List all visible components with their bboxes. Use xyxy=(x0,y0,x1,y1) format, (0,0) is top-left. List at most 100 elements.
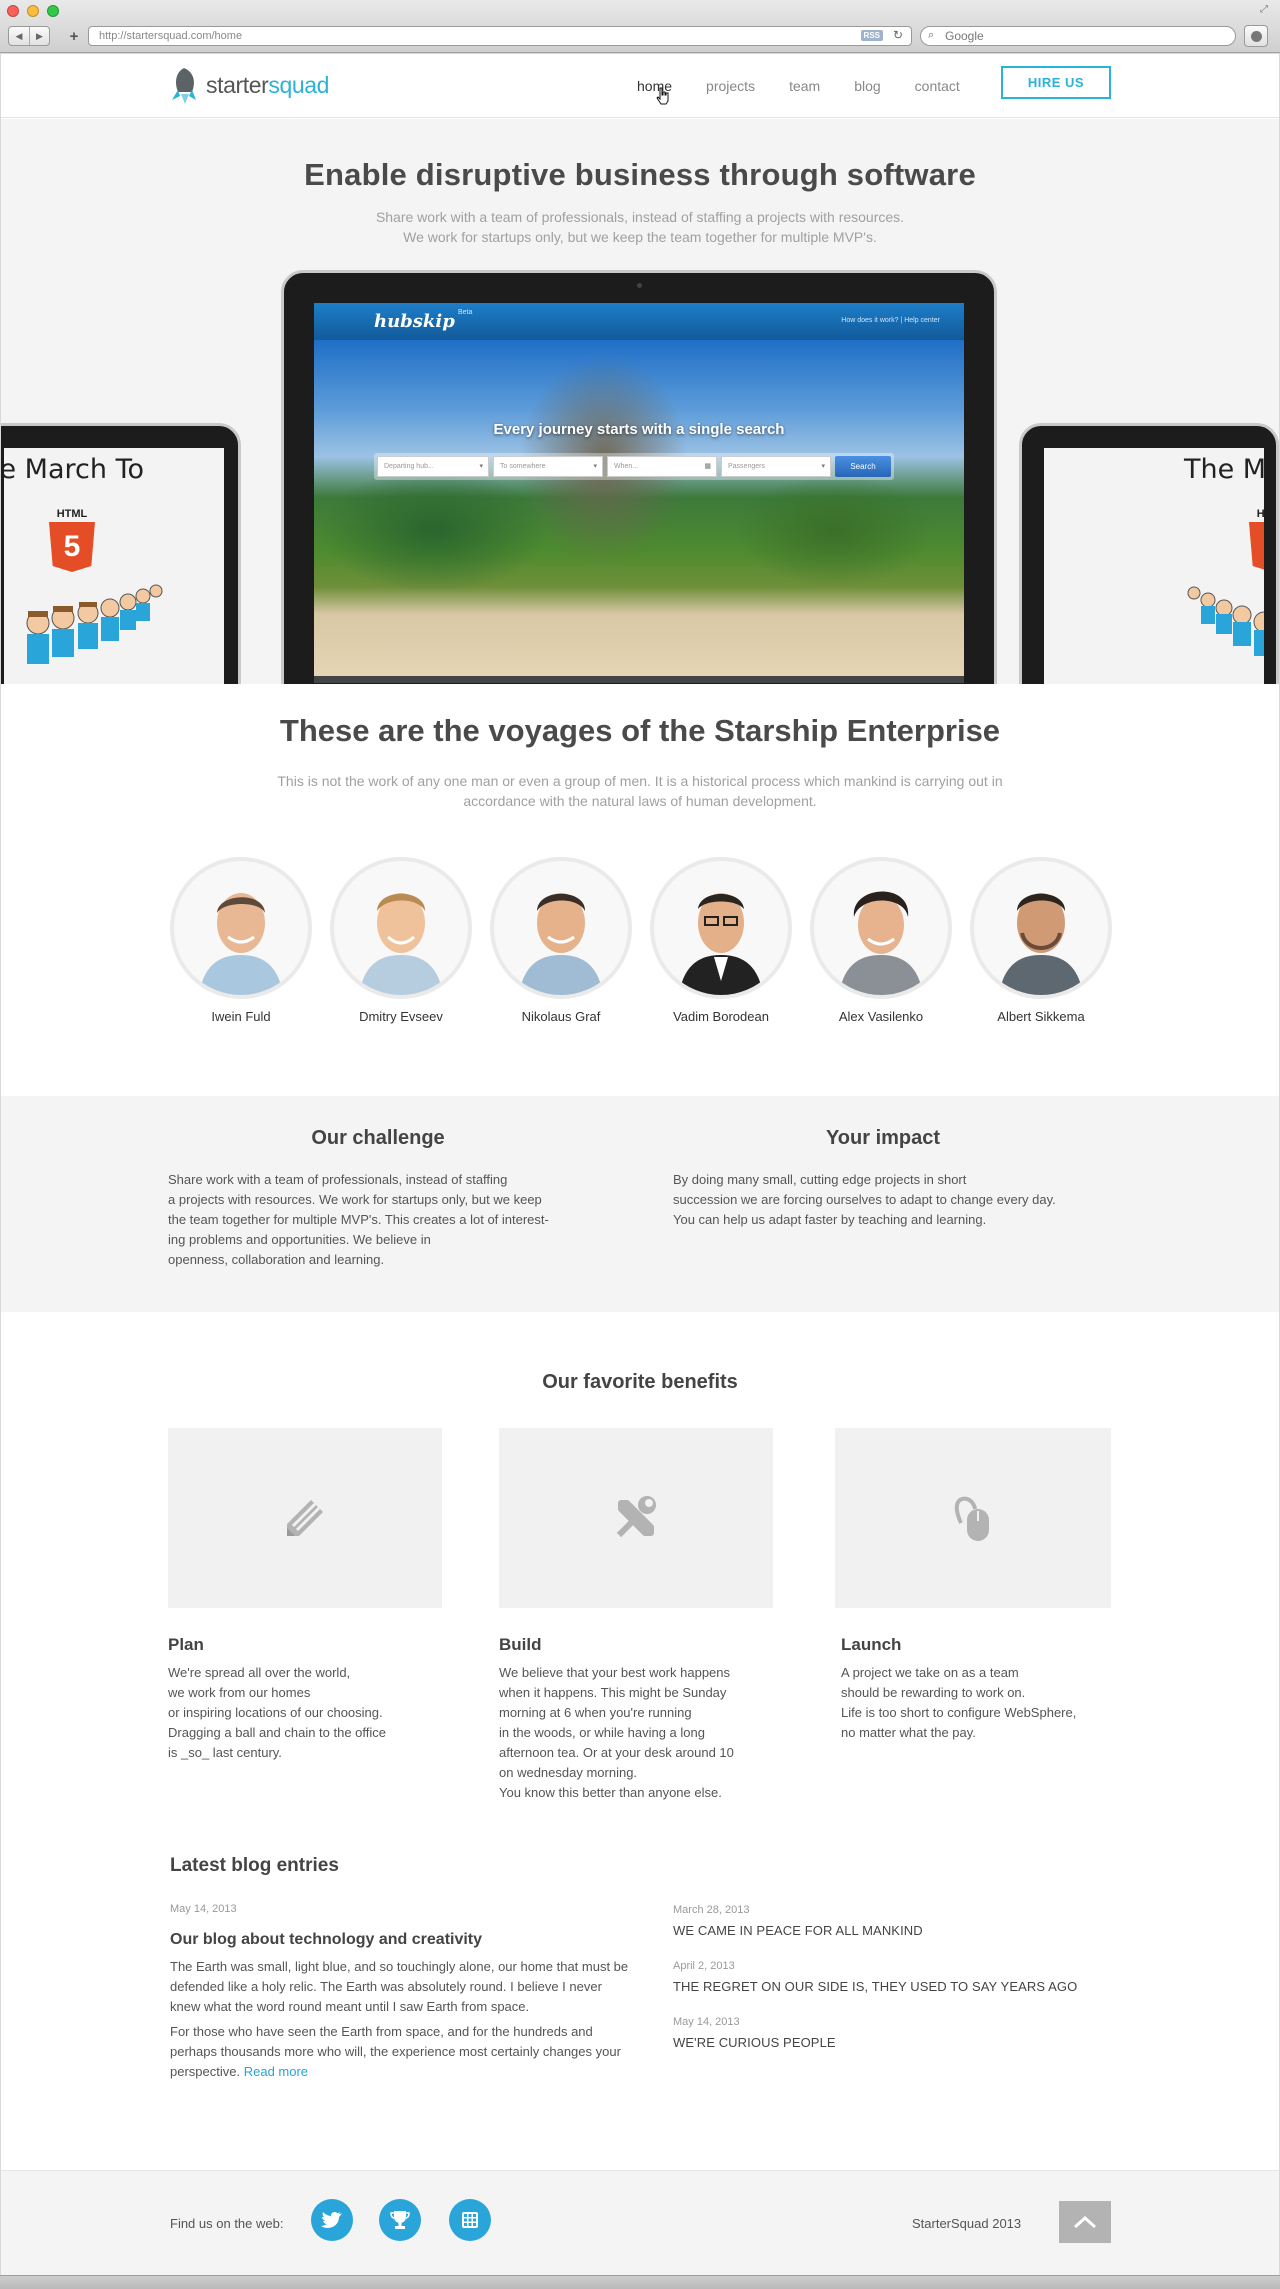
html5-label: HTML xyxy=(56,508,88,520)
main-nav: home projects team blog contact xyxy=(637,78,977,94)
avatar xyxy=(170,857,312,999)
team-subtitle-line-2: accordance with the natural laws of huma… xyxy=(463,793,817,809)
nav-projects[interactable]: projects xyxy=(689,78,772,94)
blog-date: May 14, 2013 xyxy=(170,1903,237,1915)
nav-team[interactable]: team xyxy=(772,78,837,94)
twitter-button[interactable] xyxy=(311,2199,353,2241)
list-item[interactable]: May 14, 2013 We're curious people xyxy=(673,2016,1113,2050)
impact-block: Your impact By doing many small, cutting… xyxy=(673,1127,1113,1230)
zoom-window-button[interactable] xyxy=(47,5,59,17)
blog-entry-title[interactable]: The regret on our side is, they used to … xyxy=(673,1979,1113,1994)
showcase-laptop-main[interactable]: hubskip Beta How does it work? | Help ce… xyxy=(281,270,997,684)
team-member[interactable]: Alex Vasilenko xyxy=(808,857,954,1024)
html5-shield-icon: 5 xyxy=(49,522,95,572)
html5-shield-icon-right: 5 xyxy=(1249,522,1264,572)
challenge-title: Our challenge xyxy=(311,1127,445,1149)
hero-title: Enable disruptive business through softw… xyxy=(304,157,976,192)
right-screen-title: The Ma xyxy=(1184,454,1264,485)
back-button[interactable]: ◀ xyxy=(9,27,29,45)
window-controls xyxy=(7,5,59,17)
web-page: startersquad home projects team blog con… xyxy=(1,54,1279,2275)
trophy-button[interactable] xyxy=(379,2199,421,2241)
benefit-text: We're spread all over the world, we work… xyxy=(168,1665,387,1760)
site-logo[interactable]: startersquad xyxy=(168,66,329,104)
html5-label-right: HTML xyxy=(1256,508,1264,520)
blog-date: May 14, 2013 xyxy=(673,2016,740,2028)
blog-date: April 2, 2013 xyxy=(673,1960,735,1972)
site-footer: Find us on the web: StarterSquad 2013 xyxy=(1,2170,1279,2275)
blog-entry-title[interactable]: We're curious people xyxy=(673,2035,1113,2050)
person-photo-icon xyxy=(174,861,308,995)
back-to-top-button[interactable] xyxy=(1059,2201,1111,2243)
team-member[interactable]: Albert Sikkema xyxy=(968,857,1114,1024)
blog-entry-title[interactable]: We came in peace for all mankind xyxy=(673,1923,1113,1938)
showcase-laptop-right[interactable]: The Ma HTML 5 xyxy=(1019,423,1279,684)
blog-paragraph: For those who have seen the Earth from s… xyxy=(170,2022,630,2082)
list-item[interactable]: March 28, 2013 We came in peace for all … xyxy=(673,1904,1113,1938)
hubskip-caption: Every journey starts with a single searc… xyxy=(493,421,785,438)
benefit-title: Plan xyxy=(168,1635,204,1654)
browser-chrome: ⤢ ◀ ▶ + http://startersquad.com/home RSS… xyxy=(0,0,1280,53)
new-tab-button[interactable]: + xyxy=(62,26,86,46)
logo-text-starter: starter xyxy=(206,71,269,98)
minimize-window-button[interactable] xyxy=(27,5,39,17)
hubskip-header: hubskip Beta How does it work? | Help ce… xyxy=(314,303,964,340)
benefit-build: Build We believe that your best work hap… xyxy=(499,1428,773,1803)
member-name: Nikolaus Graf xyxy=(521,1009,601,1024)
logo-text-squad: squad xyxy=(268,71,330,98)
hero-subtitle-line-2: We work for startups only, but we keep t… xyxy=(403,229,877,245)
address-bar[interactable]: http://startersquad.com/home RSS ↻ xyxy=(88,26,912,46)
member-name: Vadim Borodean xyxy=(673,1009,769,1024)
benefit-image xyxy=(499,1428,773,1608)
crowd-illustration xyxy=(26,584,163,664)
member-name: Dmitry Evseev xyxy=(359,1009,443,1024)
hubskip-search-form: Departing hub... To somewhere When... Pa… xyxy=(374,453,894,480)
person-photo-icon xyxy=(814,861,948,995)
tools-icon xyxy=(616,1496,656,1538)
reload-icon[interactable]: ↻ xyxy=(893,28,903,42)
passengers-field: Passengers xyxy=(721,456,831,477)
team-title: These are the voyages of the Starship En… xyxy=(279,713,1001,748)
html5-badge-right: HTML 5 xyxy=(1249,508,1264,572)
impact-title: Your impact xyxy=(825,1127,941,1149)
blog-post-title[interactable]: Our blog about technology and creativity xyxy=(170,1931,630,1949)
benefit-image xyxy=(168,1428,442,1608)
hand-cursor-icon xyxy=(656,87,669,105)
nav-contact[interactable]: contact xyxy=(898,78,977,94)
team-member[interactable]: Nikolaus Graf xyxy=(488,857,634,1024)
avatar xyxy=(330,857,472,999)
read-more-link[interactable]: Read more xyxy=(244,2064,308,2079)
avatar xyxy=(810,857,952,999)
benefit-title: Launch xyxy=(841,1635,902,1654)
pencil-icon xyxy=(287,1500,323,1536)
team-member[interactable]: Dmitry Evseev xyxy=(328,857,474,1024)
benefit-image xyxy=(835,1428,1111,1608)
fullscreen-icon[interactable]: ⤢ xyxy=(1260,4,1272,16)
close-window-button[interactable] xyxy=(7,5,19,17)
hero-section: Enable disruptive business through softw… xyxy=(1,119,1279,684)
search-field[interactable]: ⌕ Google xyxy=(920,26,1236,46)
forward-button[interactable]: ▶ xyxy=(29,27,49,45)
featured-blog-post: May 14, 2013 Our blog about technology a… xyxy=(170,1903,630,2082)
mouse-icon xyxy=(954,1496,989,1541)
list-item[interactable]: April 2, 2013 The regret on our side is,… xyxy=(673,1960,1113,1994)
team-member[interactable]: Vadim Borodean xyxy=(648,857,794,1024)
blog-paragraph: The Earth was small, light blue, and so … xyxy=(170,1959,629,2014)
showcase-laptop-left[interactable]: e March To HTML 5 xyxy=(1,423,241,684)
site-header: startersquad home projects team blog con… xyxy=(1,54,1279,118)
blog-paragraph-text: For those who have seen the Earth from s… xyxy=(170,2024,621,2079)
departing-field: Departing hub... xyxy=(377,456,489,477)
person-photo-icon xyxy=(334,861,468,995)
avatar xyxy=(650,857,792,999)
left-screen: e March To HTML 5 xyxy=(4,448,224,684)
nav-blog[interactable]: blog xyxy=(837,78,897,94)
hire-us-button[interactable]: HIRE US xyxy=(1001,66,1111,99)
team-member[interactable]: Iwein Fuld xyxy=(168,857,314,1024)
grid-app-button[interactable] xyxy=(449,2199,491,2241)
downloads-button[interactable] xyxy=(1244,25,1268,47)
blog-section-title: Latest blog entries xyxy=(170,1855,339,1876)
downloads-icon xyxy=(1250,30,1262,42)
rss-badge[interactable]: RSS xyxy=(860,30,883,41)
history-buttons: ◀ ▶ xyxy=(8,26,50,46)
search-icon: ⌕ xyxy=(928,29,935,41)
